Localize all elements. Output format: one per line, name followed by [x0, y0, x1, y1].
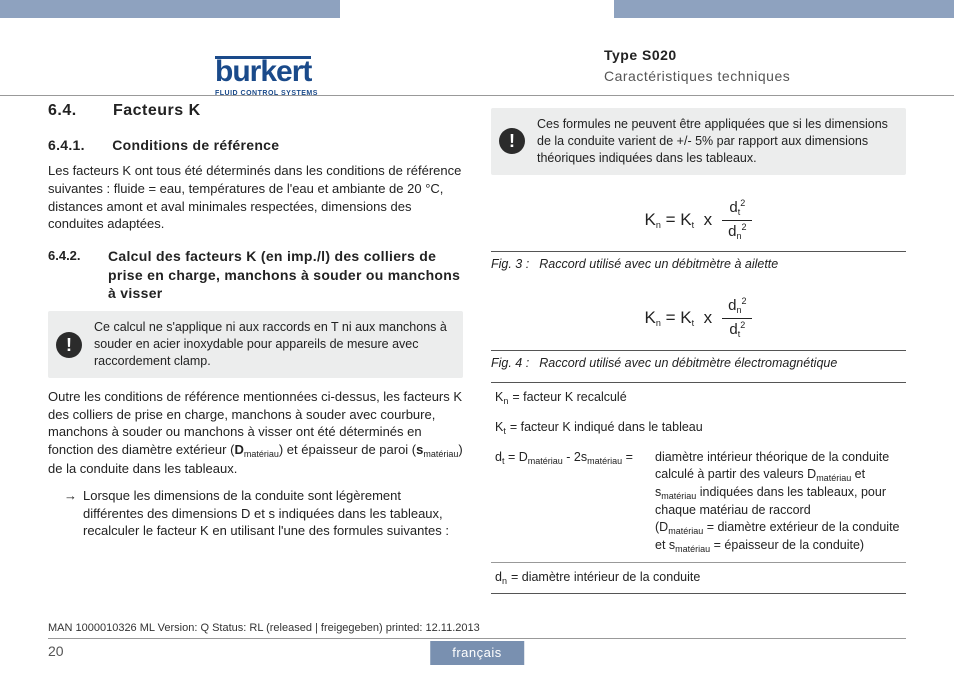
- def-kn: Kn = facteur K recalculé: [491, 383, 906, 413]
- page-header: burkert FLUID CONTROL SYSTEMS Type S020 …: [0, 26, 954, 96]
- figure-3-caption: Fig. 3 : Raccord utilisé avec un débitmè…: [491, 251, 906, 273]
- def-dt-right: diamètre intérieur théorique de la condu…: [655, 449, 902, 555]
- section-number: 6.4.: [48, 100, 108, 122]
- arrow-paragraph: → Lorsque les dimensions de la conduite …: [48, 487, 463, 540]
- note-box-2: ! Ces formules ne peuvent être appliquée…: [491, 108, 906, 175]
- language-chip: français: [430, 641, 524, 665]
- subsection-642-number: 6.4.2.: [48, 247, 108, 304]
- subsection-641-number: 6.4.1.: [48, 136, 108, 155]
- doc-section: Caractéristiques techniques: [604, 67, 904, 86]
- subsection-642-heading: 6.4.2. Calcul des facteurs K (en imp./l)…: [48, 247, 463, 304]
- subsection-642-para: Outre les conditions de référence mentio…: [48, 388, 463, 477]
- note-2-text: Ces formules ne peuvent être appliquées …: [537, 117, 888, 165]
- def-kt: Kt = facteur K indiqué dans le tableau: [491, 413, 906, 443]
- header-bar-right: [614, 0, 954, 18]
- formula-1: Kn = Kt x dt2 dn2: [491, 185, 906, 252]
- doc-type: Type S020: [604, 46, 904, 65]
- arrow-text: Lorsque les dimensions de la conduite so…: [83, 487, 463, 540]
- header-bar-left: [0, 0, 340, 18]
- note-box-1: ! Ce calcul ne s'applique ni aux raccord…: [48, 311, 463, 378]
- left-column: 6.4. Facteurs K 6.4.1. Conditions de réf…: [48, 100, 463, 633]
- subsection-641-heading: 6.4.1. Conditions de référence: [48, 136, 463, 155]
- section-heading: 6.4. Facteurs K: [48, 100, 463, 122]
- page-body: 6.4. Facteurs K 6.4.1. Conditions de réf…: [48, 100, 906, 633]
- header-right: Type S020 Caractéristiques techniques: [604, 46, 904, 86]
- def-dt-left: dt = Dmatériau - 2smatériau =: [495, 449, 645, 555]
- page-number: 20: [48, 642, 64, 661]
- figure-3-label: Fig. 3 :: [491, 256, 529, 273]
- arrow-icon: →: [64, 487, 77, 540]
- footer-meta: MAN 1000010326 ML Version: Q Status: RL …: [48, 621, 906, 639]
- subsection-641-title: Conditions de référence: [112, 137, 279, 153]
- note-1-text: Ce calcul ne s'applique ni aux raccords …: [94, 320, 447, 368]
- formula-2: Kn = Kt x dn2 dt2: [491, 283, 906, 350]
- figure-4-text: Raccord utilisé avec un débitmètre élect…: [539, 355, 837, 372]
- subsection-641-para: Les facteurs K ont tous été déterminés d…: [48, 162, 463, 232]
- figure-3-text: Raccord utilisé avec un débitmètre à ail…: [539, 256, 778, 273]
- figure-4-caption: Fig. 4 : Raccord utilisé avec un débitmè…: [491, 350, 906, 372]
- section-title: Facteurs K: [113, 102, 201, 119]
- definitions-table: Kn = facteur K recalculé Kt = facteur K …: [491, 382, 906, 594]
- warning-icon: !: [56, 332, 82, 358]
- right-column: ! Ces formules ne peuvent être appliquée…: [491, 100, 906, 633]
- brand-logo: burkert FLUID CONTROL SYSTEMS: [215, 52, 318, 98]
- subsection-642-title: Calcul des facteurs K (en imp./l) des co…: [108, 247, 463, 304]
- def-dn: dn = diamètre intérieur de la conduite: [491, 562, 906, 593]
- def-dt: dt = Dmatériau - 2smatériau = diamètre i…: [491, 443, 906, 561]
- brand-name: burkert: [215, 52, 311, 93]
- warning-icon: !: [499, 128, 525, 154]
- figure-4-label: Fig. 4 :: [491, 355, 529, 372]
